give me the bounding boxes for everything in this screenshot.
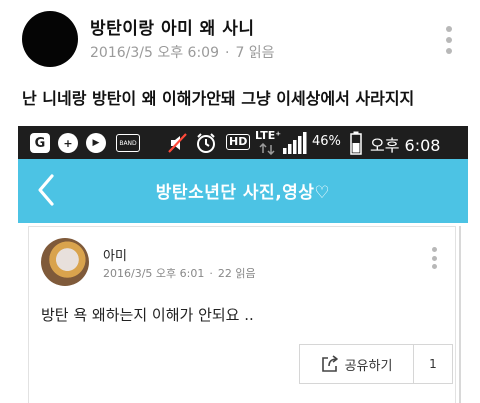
post-title: 방탄이랑 아미 왜 사니 [90, 19, 255, 39]
board-title-bar: 방탄소년단 사진,영상♡ [18, 159, 468, 223]
signal-icon [283, 132, 307, 154]
band-app-icon: BAND [116, 134, 140, 152]
alarm-icon [197, 133, 215, 153]
card-author-name[interactable]: 아미 [103, 245, 127, 264]
card-author-avatar[interactable] [41, 238, 89, 286]
card-date: 2016/3/5 오후 6:01 [103, 267, 205, 280]
embedded-screenshot: G + ▶ BAND HD LTE⁺ 46% 오후 6:08 방탄소년단 사진,… [18, 126, 468, 403]
board-title: 방탄소년단 사진,영상♡ [155, 183, 331, 203]
share-label: 공유하기 [344, 358, 393, 374]
meta-separator: · [224, 45, 230, 61]
scrollbar-track [459, 226, 461, 403]
play-circle-icon: ▶ [86, 133, 106, 153]
post-date: 2016/3/5 오후 6:09 [90, 45, 219, 61]
battery-icon [350, 131, 362, 155]
share-button[interactable]: 공유하기 1 [299, 344, 453, 384]
post-meta: 2016/3/5 오후 6:09 · 7 읽음 [90, 42, 275, 62]
data-arrows-icon [259, 143, 275, 155]
share-icon [321, 355, 338, 372]
post-read-count: 7 읽음 [235, 45, 275, 61]
more-vertical-icon[interactable] [429, 247, 439, 269]
battery-percent: 46% [312, 134, 341, 149]
post-body-text: 난 니네랑 방탄이 왜 이해가안돼 그냥 이세상에서 사라지지 [22, 89, 415, 108]
post-header: 방탄이랑 아미 왜 사니 2016/3/5 오후 6:09 · 7 읽음 [0, 0, 480, 78]
card-body-text: 방탄 욕 왜하는지 이해가 안되요 .. [41, 306, 254, 324]
lte-label: LTE⁺ [255, 129, 282, 142]
card-meta: 2016/3/5 오후 6:01 · 22 읽음 [103, 265, 256, 281]
app-g-icon: G [30, 133, 50, 153]
share-button-main[interactable]: 공유하기 [300, 345, 413, 383]
hd-voice-badge: HD [226, 134, 251, 150]
share-count: 1 [413, 345, 452, 383]
plus-circle-icon: + [58, 133, 78, 153]
card-meta-separator: · [209, 267, 213, 280]
mute-icon [168, 133, 187, 153]
more-vertical-icon[interactable] [444, 26, 454, 54]
status-bar: G + ▶ BAND HD LTE⁺ 46% 오후 6:08 [18, 126, 468, 159]
card-read-count: 22 읽음 [217, 267, 256, 280]
post-card: 아미 2016/3/5 오후 6:01 · 22 읽음 방탄 욕 왜하는지 이해가 … [28, 226, 456, 403]
author-avatar[interactable] [22, 11, 78, 67]
status-time: 오후 6:08 [370, 136, 441, 155]
